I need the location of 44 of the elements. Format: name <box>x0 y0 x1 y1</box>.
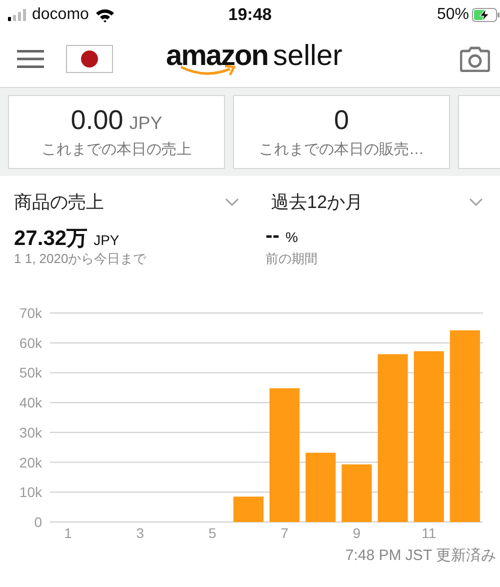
logo-product: seller <box>272 40 342 70</box>
x-axis-label: 7 <box>280 525 288 541</box>
stat-value: 0.00 <box>70 105 124 136</box>
battery-charging-icon <box>472 8 500 22</box>
x-axis-label: 3 <box>136 525 144 541</box>
y-axis-label: 0 <box>34 514 42 530</box>
signal-icon <box>8 9 26 21</box>
y-axis-label: 60k <box>19 334 42 351</box>
metric-unit: % <box>286 229 298 245</box>
dropdown[interactable]: 過去12か月 <box>271 190 483 214</box>
stat-value: 0 <box>334 105 350 136</box>
carrier-name: docomo <box>32 6 89 24</box>
metric-caption: 1 1, 2020から今日まで <box>14 250 148 268</box>
dropdown[interactable]: 商品の売上 <box>14 190 239 214</box>
y-axis-label: 30k <box>19 424 42 440</box>
metric-value: 27.32万 <box>14 226 88 252</box>
metric-value: -- <box>266 224 280 248</box>
metric-unit: JPY <box>94 232 120 248</box>
chevron-down-icon <box>225 198 239 206</box>
smile-arrow-icon <box>180 64 236 76</box>
y-axis-label: 70k <box>19 305 42 321</box>
last-updated-text: 7:48 PM JST 更新済み <box>345 547 496 564</box>
menu-icon[interactable] <box>17 50 44 68</box>
y-axis-label: 40k <box>19 394 42 411</box>
metric-caption: 前の期間 <box>266 250 318 268</box>
y-axis-label: 10k <box>19 484 42 500</box>
japan-flag-icon[interactable] <box>66 44 113 72</box>
logo-brand: amazon <box>166 40 268 70</box>
y-axis-label: 50k <box>19 364 42 381</box>
x-axis-label: 11 <box>422 525 436 541</box>
x-axis-label: 5 <box>208 525 216 541</box>
camera-icon[interactable] <box>460 46 490 72</box>
x-axis-label: 1 <box>64 525 72 541</box>
stat-card[interactable]: 0.00 JPY これまでの本日の売上 <box>8 95 225 169</box>
stat-unit: JPY <box>129 113 162 134</box>
clock-time: 19:48 <box>227 5 273 25</box>
chevron-down-icon <box>469 198 483 206</box>
battery-percent: 50% <box>436 6 469 24</box>
stat-label: これまでの本日の販売… <box>259 140 424 159</box>
stat-card[interactable]: 0 これまでの本日の販売… <box>233 95 450 169</box>
wifi-icon <box>94 8 115 22</box>
y-axis-label: 20k <box>19 454 42 470</box>
x-axis-label: 9 <box>352 525 361 541</box>
stat-label: これまでの本日の売上 <box>42 140 192 159</box>
